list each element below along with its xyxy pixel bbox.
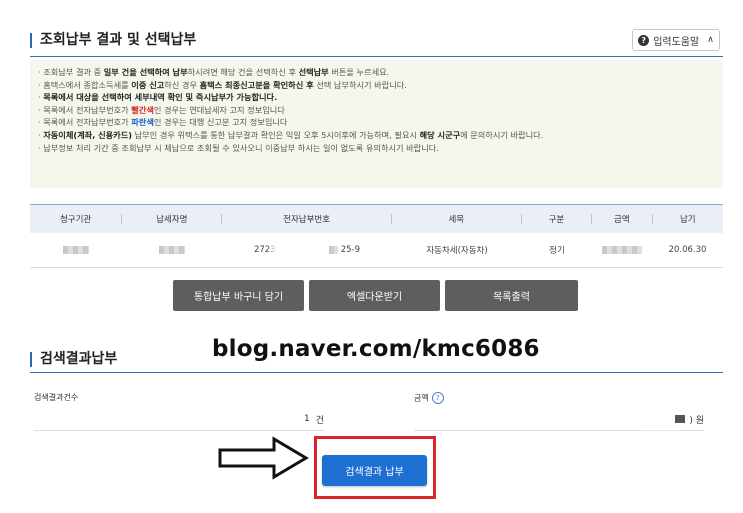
notice-line: · 홈택스에서 종합소득세를 이중 신고하신 경우 홈택스 최종신고분을 확인하… <box>38 79 407 90</box>
notice-line: · 목록에서 전자납부번호가 빨간색인 경우는 연대납세자 고지 정보입니다 <box>38 104 285 115</box>
notice-line: · 조회납부 결과 중 일부 건을 선택하여 납부하시려면 해당 건을 선택하신… <box>38 67 390 77</box>
col-header: 납세자명 <box>156 215 188 225</box>
redacted-block <box>329 245 339 254</box>
amount-field: ) 원 <box>414 408 704 431</box>
redacted-block <box>675 415 686 423</box>
amount-label: 금액? <box>414 392 444 404</box>
count-label: 검색결과건수 <box>34 393 79 402</box>
arrow-right-icon <box>218 436 309 480</box>
redacted-block <box>159 245 185 254</box>
cell-epay-number[interactable]: 2723 25-9 <box>222 245 392 255</box>
help-label: 입력도움말 <box>653 36 700 48</box>
notice-line: · 목록에서 대상을 선택하여 세부내역 확인 및 즉시납부가 가능합니다. <box>38 92 278 103</box>
print-list-button[interactable]: 목록출력 <box>445 280 578 311</box>
redacted-block <box>63 245 89 254</box>
redacted-block <box>278 245 327 254</box>
notice-line: · 납부정보 처리 기간 중 조회납부 시 체납으로 조회될 수 있사오니 이중… <box>38 142 439 153</box>
cell-tax-item: 자동차세(자동차) <box>426 246 488 256</box>
help-toggle-button[interactable]: ? 입력도움말 ∧ <box>632 29 720 51</box>
table-header: 청구기관 납세자명 전자납부번호 세목 구분 금액 납기 <box>30 204 723 233</box>
cell-amount <box>592 245 652 255</box>
results-table: 청구기관 납세자명 전자납부번호 세목 구분 금액 납기 2723 25-9 자… <box>30 204 723 268</box>
notice-box: · 조회납부 결과 중 일부 건을 선택하여 납부하시려면 해당 건을 선택하신… <box>30 60 723 188</box>
col-header: 청구기관 <box>59 215 92 225</box>
redacted-block <box>645 415 676 423</box>
chevron-up-icon: ∧ <box>707 35 714 45</box>
section-title-search-pay: 검색결과납부 <box>30 352 117 367</box>
section-divider <box>30 56 723 57</box>
section-divider <box>30 372 723 373</box>
blog-watermark: blog.naver.com/kmc6086 <box>212 336 540 362</box>
bulk-pay-basket-button[interactable]: 통합납부 바구니 담기 <box>173 280 304 311</box>
cell-taxpayer <box>122 245 222 255</box>
col-header: 전자납부번호 <box>283 215 331 225</box>
col-header: 세목 <box>448 215 465 225</box>
cell-type: 정기 <box>549 246 565 256</box>
cell-due-date: 20.06.30 <box>668 245 707 255</box>
notice-line: · 목록에서 전자납부번호가 파란색인 경우는 대행 신고분 고지 정보입니다 <box>38 117 288 128</box>
col-header: 구분 <box>548 215 565 225</box>
redacted-block <box>602 245 642 254</box>
help-question-icon[interactable]: ? <box>431 392 444 404</box>
excel-download-button[interactable]: 엑셀다운받기 <box>309 280 440 311</box>
col-header: 금액 <box>614 215 630 225</box>
question-icon: ? <box>638 34 650 46</box>
count-field: 1 건 <box>34 408 324 431</box>
notice-line: · 자동이체(계좌, 신용카드) 납부인 경우 위택스를 통한 납부결과 확인은… <box>38 129 544 140</box>
table-row[interactable]: 2723 25-9 자동차세(자동차) 정기 20.06.30 <box>30 233 723 268</box>
col-header: 납기 <box>679 215 696 225</box>
cell-agency <box>30 245 122 255</box>
section-title-results: 조회납부 결과 및 선택납부 <box>30 33 196 48</box>
search-result-pay-button[interactable]: 검색결과 납부 <box>322 455 427 486</box>
